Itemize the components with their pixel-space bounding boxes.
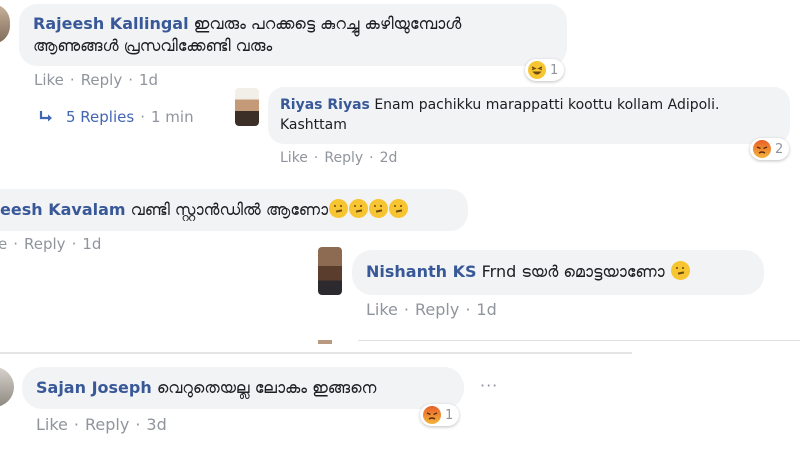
separator: · [73,415,79,434]
replies-time: 1 min [150,108,194,126]
reply-link[interactable]: Reply [85,415,129,434]
avatar[interactable] [235,88,259,126]
separator: · [71,235,77,253]
comment-text: വെറുതെയല്ല ലോകം ഇങ്ങനെ [156,378,377,397]
separator: · [13,235,19,253]
reply-bubble: Riyas Riyas Enam pachikku marappatti koo… [268,87,790,144]
like-link[interactable]: Like [34,71,64,89]
separator: · [313,150,319,166]
comment-timestamp[interactable]: 1d [476,300,496,319]
replies-count[interactable]: 5 Replies [66,108,134,126]
divider [0,352,632,354]
comment-author[interactable]: eesh Kavalam [0,200,126,219]
thinking-emoji-icon [329,199,349,218]
comment-actions: e · Reply · 1d [0,235,101,253]
reply-arrow-icon [38,110,54,128]
avatar[interactable] [318,247,342,295]
comment-actions: Like · Reply · 1d [366,300,497,319]
comment-author[interactable]: Rajeesh Kallingal [33,14,189,33]
thinking-emoji-icon [349,199,369,218]
comment-text: Enam pachikku marappatti koottu kollam A… [374,97,720,113]
reaction-count: 2 [775,141,784,157]
comment-timestamp[interactable]: 3d [146,415,166,434]
thinking-emoji-icon [369,199,389,218]
comment-bubble: Rajeesh Kallingal ഇവരും പറക്കട്ടെ കുറച്ച… [19,4,567,66]
reaction-badge[interactable]: 2 [750,138,790,160]
reaction-count: 1 [550,62,559,78]
comment-text-continued: ആണുങ്ങൾ പ്രസവിക്കേണ്ടി വരും [33,36,273,55]
angry-reaction-icon [753,140,771,158]
comment-text: ഇവരും പറക്കട്ടെ കുറച്ചു കഴിയുമ്പോൾ [193,14,462,33]
avatar[interactable] [0,367,14,407]
comment-actions: Like · Reply · 1d [34,71,158,89]
reaction-count: 1 [445,407,454,423]
divider [358,340,800,341]
haha-reaction-icon [528,61,546,79]
more-options-button[interactable]: ··· [480,376,498,395]
avatar-partial [318,340,332,344]
comment-actions: Like · Reply · 2d [280,150,397,166]
comment-timestamp[interactable]: 2d [380,150,398,166]
separator: · [140,108,145,126]
separator: · [369,150,374,166]
reply-bubble: Nishanth KS Frnd ടയർ മൊട്ടയാണോ [352,250,764,295]
like-link-partial[interactable]: e [0,235,7,253]
comment-bubble: Sajan Joseph വെറുതെയല്ല ലോകം ഇങ്ങനെ [22,367,464,409]
comment-author[interactable]: Nishanth KS [366,262,477,281]
comment-actions: Like · Reply · 3d [36,415,167,434]
reply-link[interactable]: Reply [81,71,123,89]
comment-text: Frnd ടയർ മൊട്ടയാണോ [481,262,665,281]
view-replies-link[interactable]: 5 Replies · 1 min [38,108,194,128]
thinking-emoji-icon [389,199,409,218]
separator: · [465,300,471,319]
like-link[interactable]: Like [36,415,68,434]
comment-bubble: eesh Kavalam വണ്ടി സ്റ്റാൻഡിൽ ആണോ [0,189,468,231]
comment-author[interactable]: Sajan Joseph [36,378,152,397]
separator: · [69,71,75,89]
reply-link[interactable]: Reply [324,150,363,166]
comment-text: വണ്ടി സ്റ്റാൻഡിൽ ആണോ [130,200,329,219]
thinking-emoji-icon [670,261,690,280]
comment-text-continued: Kashttam [280,117,347,133]
angry-reaction-icon [423,406,441,424]
separator: · [403,300,409,319]
comment-author[interactable]: Riyas Riyas [280,97,370,113]
reply-link[interactable]: Reply [415,300,459,319]
like-link[interactable]: Like [280,150,308,166]
reaction-badge[interactable]: 1 [525,59,565,81]
like-link[interactable]: Like [366,300,398,319]
separator: · [135,415,141,434]
separator: · [128,71,134,89]
comment-timestamp[interactable]: 1d [82,235,101,253]
reply-link[interactable]: Reply [24,235,66,253]
avatar[interactable] [0,4,10,44]
comment-timestamp[interactable]: 1d [139,71,158,89]
reaction-badge[interactable]: 1 [420,404,460,426]
